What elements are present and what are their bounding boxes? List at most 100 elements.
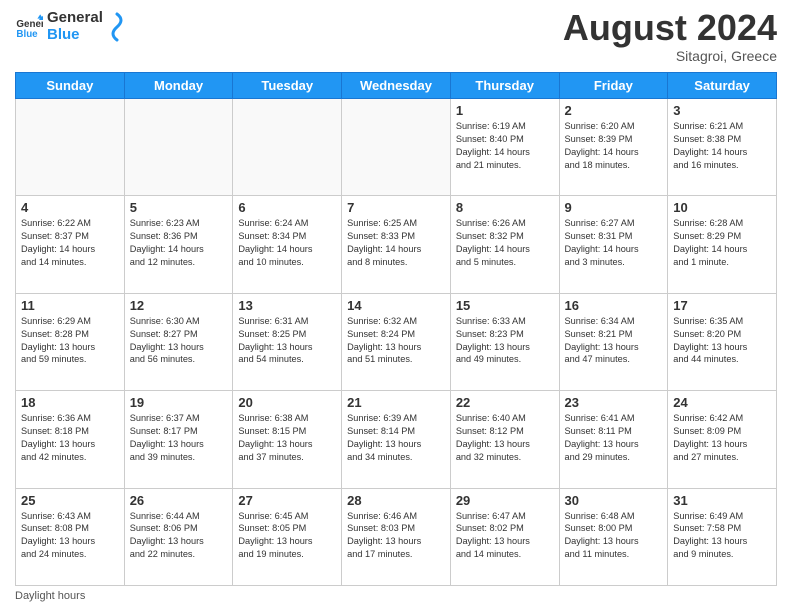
- day-info: Sunrise: 6:44 AM Sunset: 8:06 PM Dayligh…: [130, 510, 228, 562]
- day-number: 9: [565, 200, 663, 215]
- day-number: 30: [565, 493, 663, 508]
- day-info: Sunrise: 6:49 AM Sunset: 7:58 PM Dayligh…: [673, 510, 771, 562]
- day-number: 17: [673, 298, 771, 313]
- table-row: 5 Sunrise: 6:23 AM Sunset: 8:36 PM Daylig…: [124, 196, 233, 293]
- day-number: 6: [238, 200, 336, 215]
- header: General Blue General Blue August 2024 Si…: [15, 10, 777, 64]
- day-info: Sunrise: 6:20 AM Sunset: 8:39 PM Dayligh…: [565, 120, 663, 172]
- day-info: Sunrise: 6:19 AM Sunset: 8:40 PM Dayligh…: [456, 120, 554, 172]
- day-number: 31: [673, 493, 771, 508]
- table-row: 11Sunrise: 6:29 AM Sunset: 8:28 PM Dayli…: [16, 293, 125, 390]
- table-row: 17 Sunrise: 6:35 AM Sunset: 8:20 PM Dayli…: [668, 293, 777, 390]
- day-info: Sunrise: 6:34 AM Sunset: 8:21 PM Dayligh…: [565, 315, 663, 367]
- table-row: 1 Sunrise: 6:19 AM Sunset: 8:40 PM Daylig…: [450, 99, 559, 196]
- day-info: Sunrise: 6:26 AM Sunset: 8:32 PM Dayligh…: [456, 217, 554, 269]
- day-info: Sunrise: 6:39 AM Sunset: 8:14 PM Dayligh…: [347, 412, 445, 464]
- table-row: 29 Sunrise: 6:47 AM Sunset: 8:02 PM Dayli…: [450, 488, 559, 585]
- location-subtitle: Sitagroi, Greece: [563, 48, 777, 64]
- day-info: Sunrise: 6:38 AM Sunset: 8:15 PM Dayligh…: [238, 412, 336, 464]
- day-number: 13: [238, 298, 336, 313]
- day-info: Sunrise: 6:22 AM Sunset: 8:37 PM Dayligh…: [21, 217, 119, 269]
- day-number: 1: [456, 103, 554, 118]
- day-info: Sunrise: 6:41 AM Sunset: 8:11 PM Dayligh…: [565, 412, 663, 464]
- day-number: 28: [347, 493, 445, 508]
- table-row: 28 Sunrise: 6:46 AM Sunset: 8:03 PM Dayli…: [342, 488, 451, 585]
- day-info: Sunrise: 6:24 AM Sunset: 8:34 PM Dayligh…: [238, 217, 336, 269]
- table-row: 26Sunrise: 6:44 AM Sunset: 8:06 PM Dayli…: [124, 488, 233, 585]
- calendar-week-row: 18 Sunrise: 6:36 AM Sunset: 8:18 PM Dayli…: [16, 391, 777, 488]
- day-info: Sunrise: 6:42 AM Sunset: 8:09 PM Dayligh…: [673, 412, 771, 464]
- table-row: 23 Sunrise: 6:41 AM Sunset: 8:11 PM Dayli…: [559, 391, 668, 488]
- calendar-header-row: Sunday Monday Tuesday Wednesday Thursday…: [16, 73, 777, 99]
- day-number: 11: [21, 298, 119, 313]
- day-info: Sunrise: 6:48 AM Sunset: 8:00 PM Dayligh…: [565, 510, 663, 562]
- col-monday: Monday: [124, 73, 233, 99]
- table-row: 21 Sunrise: 6:39 AM Sunset: 8:14 PM Dayli…: [342, 391, 451, 488]
- day-number: 18: [21, 395, 119, 410]
- title-area: August 2024 Sitagroi, Greece: [563, 10, 777, 64]
- day-number: 19: [130, 395, 228, 410]
- calendar-week-row: 25 Sunrise: 6:43 AM Sunset: 8:08 PM Dayli…: [16, 488, 777, 585]
- day-info: Sunrise: 6:40 AM Sunset: 8:12 PM Dayligh…: [456, 412, 554, 464]
- table-row: 27 Sunrise: 6:45 AM Sunset: 8:05 PM Dayli…: [233, 488, 342, 585]
- table-row: 7 Sunrise: 6:25 AM Sunset: 8:33 PM Daylig…: [342, 196, 451, 293]
- logo-blue-text: Blue: [47, 27, 103, 44]
- day-info: Sunrise: 6:43 AM Sunset: 8:08 PM Dayligh…: [21, 510, 119, 562]
- table-row: 31 Sunrise: 6:49 AM Sunset: 7:58 PM Dayli…: [668, 488, 777, 585]
- day-info: Sunrise: 6:45 AM Sunset: 8:05 PM Dayligh…: [238, 510, 336, 562]
- logo-general-text: General: [47, 10, 103, 27]
- day-info: Sunrise: 6:31 AM Sunset: 8:25 PM Dayligh…: [238, 315, 336, 367]
- table-row: 6 Sunrise: 6:24 AM Sunset: 8:34 PM Daylig…: [233, 196, 342, 293]
- col-thursday: Thursday: [450, 73, 559, 99]
- day-info: Sunrise: 6:30 AM Sunset: 8:27 PM Dayligh…: [130, 315, 228, 367]
- day-info: Sunrise: 6:23 AM Sunset: 8:36 PM Dayligh…: [130, 217, 228, 269]
- day-number: 10: [673, 200, 771, 215]
- day-number: 5: [130, 200, 228, 215]
- table-row: 18 Sunrise: 6:36 AM Sunset: 8:18 PM Dayli…: [16, 391, 125, 488]
- day-number: 14: [347, 298, 445, 313]
- table-row: 16 Sunrise: 6:34 AM Sunset: 8:21 PM Dayli…: [559, 293, 668, 390]
- table-row: 9Sunrise: 6:27 AM Sunset: 8:31 PM Daylig…: [559, 196, 668, 293]
- day-number: 8: [456, 200, 554, 215]
- day-info: Sunrise: 6:21 AM Sunset: 8:38 PM Dayligh…: [673, 120, 771, 172]
- calendar-table: Sunday Monday Tuesday Wednesday Thursday…: [15, 72, 777, 586]
- day-info: Sunrise: 6:25 AM Sunset: 8:33 PM Dayligh…: [347, 217, 445, 269]
- table-row: 4 Sunrise: 6:22 AM Sunset: 8:37 PM Daylig…: [16, 196, 125, 293]
- day-number: 16: [565, 298, 663, 313]
- day-number: 23: [565, 395, 663, 410]
- table-row: 22 Sunrise: 6:40 AM Sunset: 8:12 PM Dayli…: [450, 391, 559, 488]
- day-info: Sunrise: 6:36 AM Sunset: 8:18 PM Dayligh…: [21, 412, 119, 464]
- table-row: 15 Sunrise: 6:33 AM Sunset: 8:23 PM Dayli…: [450, 293, 559, 390]
- table-row: [233, 99, 342, 196]
- day-number: 7: [347, 200, 445, 215]
- day-number: 15: [456, 298, 554, 313]
- table-row: [16, 99, 125, 196]
- day-number: 12: [130, 298, 228, 313]
- table-row: 13 Sunrise: 6:31 AM Sunset: 8:25 PM Dayli…: [233, 293, 342, 390]
- month-title: August 2024: [563, 10, 777, 46]
- logo-icon: General Blue: [15, 13, 43, 41]
- day-number: 22: [456, 395, 554, 410]
- page: General Blue General Blue August 2024 Si…: [0, 0, 792, 612]
- day-number: 25: [21, 493, 119, 508]
- day-number: 4: [21, 200, 119, 215]
- col-tuesday: Tuesday: [233, 73, 342, 99]
- day-info: Sunrise: 6:46 AM Sunset: 8:03 PM Dayligh…: [347, 510, 445, 562]
- day-number: 27: [238, 493, 336, 508]
- day-info: Sunrise: 6:47 AM Sunset: 8:02 PM Dayligh…: [456, 510, 554, 562]
- table-row: [124, 99, 233, 196]
- svg-text:Blue: Blue: [16, 28, 38, 39]
- table-row: 20 Sunrise: 6:38 AM Sunset: 8:15 PM Dayli…: [233, 391, 342, 488]
- day-number: 24: [673, 395, 771, 410]
- table-row: 30 Sunrise: 6:48 AM Sunset: 8:00 PM Dayli…: [559, 488, 668, 585]
- day-number: 2: [565, 103, 663, 118]
- table-row: 12 Sunrise: 6:30 AM Sunset: 8:27 PM Dayli…: [124, 293, 233, 390]
- day-info: Sunrise: 6:33 AM Sunset: 8:23 PM Dayligh…: [456, 315, 554, 367]
- col-wednesday: Wednesday: [342, 73, 451, 99]
- day-info: Sunrise: 6:35 AM Sunset: 8:20 PM Dayligh…: [673, 315, 771, 367]
- table-row: [342, 99, 451, 196]
- table-row: 19Sunrise: 6:37 AM Sunset: 8:17 PM Dayli…: [124, 391, 233, 488]
- day-number: 20: [238, 395, 336, 410]
- day-number: 21: [347, 395, 445, 410]
- day-number: 29: [456, 493, 554, 508]
